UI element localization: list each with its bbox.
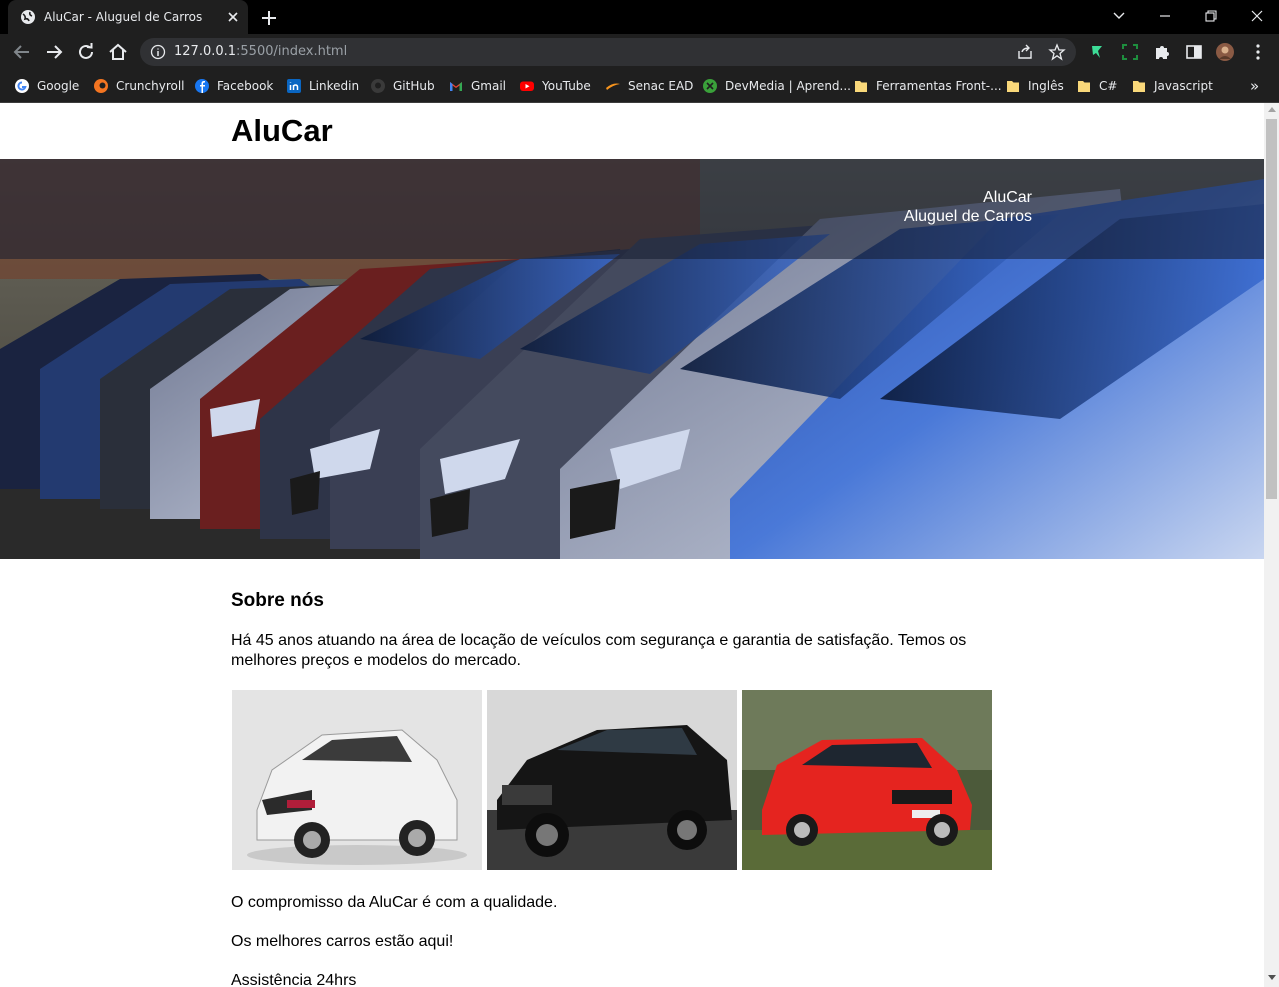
extension-bird-icon[interactable] [1088, 42, 1108, 62]
about-text: Há 45 anos atuando na área de locação de… [231, 632, 967, 669]
crunchyroll-icon [94, 79, 108, 93]
bookmark-linkedin[interactable]: Linkedin [286, 77, 359, 95]
bookmark-label: GitHub [393, 79, 435, 93]
devmedia-icon [703, 79, 717, 93]
new-tab-icon[interactable] [258, 7, 280, 29]
browser-toolbar: 127.0.0.1:5500/index.html [0, 34, 1279, 70]
bookmark-youtube[interactable]: YouTube [519, 77, 591, 95]
scroll-up-arrow-icon[interactable] [1268, 107, 1276, 112]
extensions-puzzle-icon[interactable] [1152, 42, 1172, 62]
senac-icon [606, 83, 620, 90]
share-icon[interactable] [1016, 43, 1034, 61]
url-host: 127.0.0.1 [174, 44, 237, 59]
bookmark-folder-csharp[interactable]: C# [1076, 77, 1117, 95]
address-bar[interactable]: 127.0.0.1:5500/index.html [140, 38, 1076, 66]
forward-icon[interactable] [42, 40, 66, 64]
bookmarks-bar: Google Crunchyroll Facebook Linkedin Git… [0, 70, 1279, 103]
bookmark-senac-ead[interactable]: Senac EAD [605, 77, 693, 95]
hero-caption: AluCar Aluguel de Carros [0, 159, 1264, 259]
page-scrollbar[interactable] [1264, 103, 1279, 987]
folder-icon [855, 81, 867, 92]
folder-icon [1007, 81, 1019, 92]
hero-caption-brand: AluCar [983, 189, 1032, 206]
globe-icon [21, 10, 35, 24]
bookmark-facebook[interactable]: Facebook [194, 77, 273, 95]
bookmark-github[interactable]: GitHub [370, 77, 435, 95]
tab-search-icon[interactable] [1106, 4, 1132, 28]
bookmark-label: Facebook [217, 79, 274, 93]
bookmark-label: Crunchyroll [116, 79, 185, 93]
url-path: :5500/index.html [236, 44, 348, 59]
bookmark-google[interactable]: Google [14, 77, 79, 95]
bookmark-label: Inglês [1028, 79, 1064, 93]
bookmark-star-icon[interactable] [1048, 43, 1066, 61]
home-icon[interactable] [106, 40, 130, 64]
site-title: AluCar [231, 113, 333, 148]
bookmark-gmail[interactable]: Gmail [448, 77, 506, 95]
url-text[interactable]: 127.0.0.1:5500/index.html [174, 44, 347, 59]
bookmark-label: Gmail [471, 79, 507, 93]
reload-icon[interactable] [74, 40, 98, 64]
close-window-icon[interactable] [1244, 4, 1270, 28]
bookmark-label: Ferramentas Front-... [876, 79, 1002, 93]
bookmark-label: Senac EAD [628, 79, 694, 93]
side-panel-icon[interactable] [1184, 42, 1204, 62]
red-hatchback-photo [742, 690, 992, 870]
github-icon [371, 79, 385, 93]
best-cars-paragraph: Os melhores carros estão aqui! [231, 933, 454, 950]
bookmark-label: DevMedia | Aprend... [725, 79, 851, 93]
active-tab[interactable]: AluCar - Aluguel de Carros [8, 0, 248, 34]
minimize-icon[interactable] [1152, 4, 1178, 28]
quality-paragraph: O compromisso da AluCar é com a qualidad… [231, 894, 558, 911]
bookmark-label: C# [1099, 79, 1118, 93]
menu-kebab-icon[interactable] [1248, 42, 1268, 62]
scroll-down-arrow-icon[interactable] [1268, 975, 1276, 980]
bookmark-folder-javascript[interactable]: Javascript [1131, 77, 1213, 95]
page-viewport: AluCar AluCar Aluguel de Carros Sobre nó… [0, 103, 1264, 987]
extension-screenshot-icon[interactable] [1120, 42, 1140, 62]
back-icon[interactable] [10, 40, 34, 64]
close-tab-icon[interactable] [224, 8, 242, 26]
gmail-icon [450, 82, 462, 91]
assistance-paragraph: Assistência 24hrs [231, 972, 357, 987]
google-icon [15, 79, 29, 93]
tab-strip: AluCar - Aluguel de Carros [0, 0, 1279, 34]
car-gallery [232, 690, 992, 870]
hero-banner: AluCar Aluguel de Carros [0, 159, 1264, 559]
about-heading: Sobre nós [231, 590, 324, 611]
bookmark-crunchyroll[interactable]: Crunchyroll [93, 77, 185, 95]
bookmarks-overflow-chevron-icon[interactable]: » [1250, 77, 1259, 95]
bookmark-devmedia[interactable]: DevMedia | Aprend... [702, 77, 851, 95]
profile-avatar-icon[interactable] [1215, 42, 1235, 62]
tab-title: AluCar - Aluguel de Carros [44, 10, 203, 24]
linkedin-icon [287, 79, 301, 93]
black-pickup-photo [487, 690, 737, 870]
bookmark-folder-ingles[interactable]: Inglês [1005, 77, 1064, 95]
youtube-icon [520, 81, 534, 91]
bookmark-label: Javascript [1154, 79, 1213, 93]
bookmark-label: YouTube [542, 79, 591, 93]
facebook-icon [195, 79, 209, 93]
restore-icon[interactable] [1198, 4, 1224, 28]
folder-icon [1133, 81, 1145, 92]
info-icon[interactable] [150, 44, 166, 60]
bookmark-label: Linkedin [309, 79, 360, 93]
folder-icon [1078, 81, 1090, 92]
scrollbar-thumb[interactable] [1266, 119, 1277, 499]
white-hatchback-photo [232, 690, 482, 870]
hero-caption-tagline: Aluguel de Carros [903, 208, 1032, 225]
bookmark-folder-ferramentas[interactable]: Ferramentas Front-... [853, 77, 1002, 95]
bookmark-label: Google [37, 79, 80, 93]
